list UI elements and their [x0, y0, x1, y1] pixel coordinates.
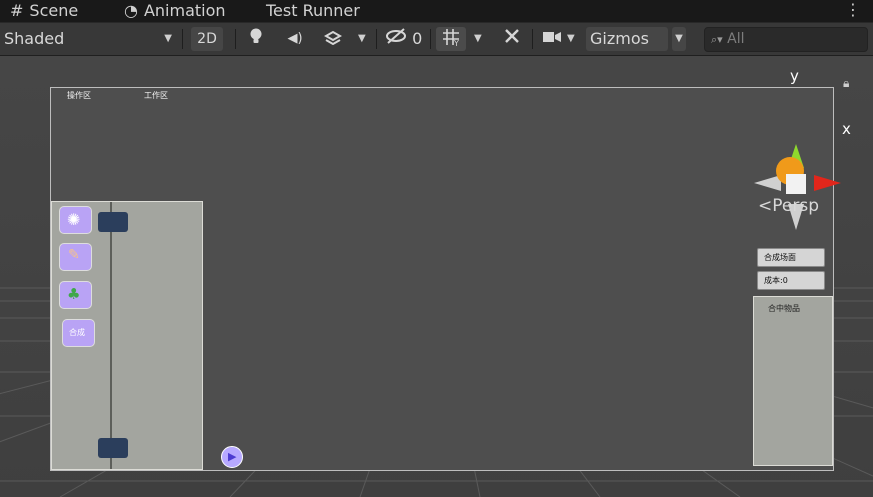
panel-clip-bottom [98, 438, 128, 458]
tab-test-runner[interactable]: Test Runner [266, 0, 360, 22]
pie-clock-icon: ◔ [124, 1, 138, 20]
combine-scene-button[interactable]: 合成场面 [757, 248, 825, 267]
projection-label: Persp [772, 196, 819, 216]
panel-divider [110, 202, 112, 469]
perspective-chevron-icon: < [758, 196, 773, 216]
tab-test-runner-label: Test Runner [266, 1, 360, 20]
search-icon: ⌕▾ [711, 33, 723, 46]
canvas-tab-workspace: 工作区 [144, 91, 168, 100]
speaker-icon: ◀) [287, 31, 303, 46]
shading-mode-label: Shaded [4, 29, 65, 48]
grid-dropdown-chevron-icon[interactable]: ▼ [474, 27, 486, 51]
projection-toggle[interactable]: <Persp [758, 196, 819, 216]
cost-label: 成本:0 [764, 276, 788, 285]
pencil-item-icon: ✎ [68, 247, 80, 263]
left-inventory-panel[interactable]: ✺ ✎ ♣ 合成 [51, 201, 203, 470]
grid-snapping-toggle[interactable]: Y [436, 27, 466, 51]
hidden-objects-count: 0 [412, 29, 423, 48]
inventory-slot-3[interactable]: ♣ [59, 281, 92, 309]
toolbar-divider [430, 29, 431, 49]
toolbar-divider [532, 29, 533, 49]
x-axis-cone[interactable] [814, 175, 841, 191]
camera-dropdown-chevron-icon[interactable]: ▼ [567, 27, 579, 51]
toolbar-divider [182, 29, 183, 49]
tab-scene-label: Scene [29, 1, 79, 20]
hierarchy-search-field[interactable]: ⌕▾ All [704, 27, 868, 52]
cost-button[interactable]: 成本:0 [757, 271, 825, 290]
hidden-objects-toggle[interactable]: 0 [385, 27, 425, 51]
y-axis-label: y [790, 67, 799, 85]
shading-mode-dropdown[interactable]: Shaded ▼ [4, 27, 176, 51]
lock-icon[interactable]: 🔒︎ [843, 76, 849, 91]
ui-canvas-frame: 操作区 工作区 ✺ ✎ ♣ 合成 合成场面 成本:0 合中物品 ▶ [50, 87, 834, 471]
play-icon: ▶ [228, 450, 237, 463]
right-items-panel[interactable]: 合中物品 [753, 296, 833, 466]
2d-mode-button[interactable]: 2D [191, 27, 223, 51]
combine-scene-label: 合成场面 [764, 253, 796, 262]
combine-label: 合成 [69, 328, 85, 337]
lighting-toggle[interactable] [245, 27, 267, 51]
scene-toolbar: Shaded ▼ 2D ◀) ▼ 0 Y ▼ ▼ Gizmos ▼ ⌕▾ All [0, 23, 873, 56]
grid-toggle-icon: Y [441, 29, 461, 51]
play-button[interactable]: ▶ [221, 446, 243, 468]
toolbar-divider [235, 29, 236, 49]
effects-layers-icon [323, 30, 343, 49]
tools-toggle[interactable] [500, 27, 524, 51]
gizmos-button[interactable]: Gizmos [586, 27, 668, 51]
gizmo-center-cube[interactable] [786, 174, 806, 194]
effects-toggle[interactable] [322, 27, 344, 51]
inventory-slot-1[interactable]: ✺ [59, 206, 92, 234]
orientation-gizmo[interactable] [748, 126, 858, 236]
leaf-item-icon: ♣ [67, 285, 81, 303]
grid-hash-icon: # [10, 1, 24, 20]
gizmos-label: Gizmos [590, 29, 649, 48]
audio-toggle[interactable]: ◀) [284, 27, 306, 51]
toolbar-divider [376, 29, 377, 49]
cog-item-icon: ✺ [67, 210, 81, 229]
scene-viewport[interactable]: 操作区 工作区 ✺ ✎ ♣ 合成 合成场面 成本:0 合中物品 ▶ y x 🔒︎… [0, 56, 873, 497]
chevron-down-icon: ▼ [164, 33, 172, 44]
lightbulb-icon [249, 28, 263, 49]
effects-dropdown-chevron-icon[interactable]: ▼ [358, 27, 370, 51]
svg-text:Y: Y [453, 39, 459, 47]
wrench-cross-icon [503, 29, 521, 49]
tab-bar: # Scene ◔ Animation Test Runner ⋮ [0, 0, 873, 22]
tab-animation-label: Animation [143, 1, 226, 20]
panel-clip-top [98, 212, 128, 232]
kebab-menu-icon[interactable]: ⋮ [845, 0, 861, 20]
video-camera-icon [542, 29, 562, 48]
tab-scene[interactable]: # Scene [10, 0, 78, 22]
gizmos-dropdown-chevron-icon[interactable]: ▼ [672, 27, 686, 51]
camera-settings-button[interactable] [542, 27, 564, 51]
inventory-slot-2[interactable]: ✎ [59, 243, 92, 271]
2d-mode-label: 2D [197, 31, 217, 47]
right-panel-title: 合中物品 [768, 304, 800, 313]
search-placeholder: All [727, 31, 745, 47]
x-axis-label: x [842, 120, 851, 138]
canvas-tab-operation: 操作区 [67, 91, 91, 100]
eye-slash-icon [385, 28, 412, 48]
combine-button[interactable]: 合成 [62, 319, 95, 347]
tab-animation[interactable]: ◔ Animation [124, 0, 226, 22]
neg-x-axis-cone[interactable] [754, 175, 781, 191]
